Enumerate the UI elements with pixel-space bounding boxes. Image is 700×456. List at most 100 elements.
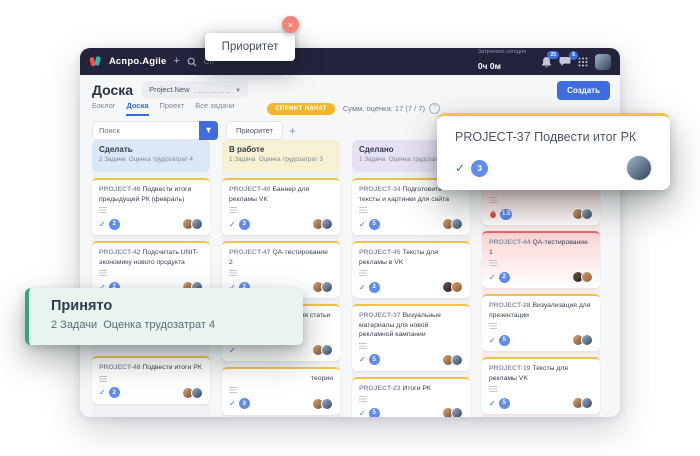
description-icon — [359, 207, 367, 213]
task-card[interactable]: теории✓3 — [222, 367, 340, 415]
card-id: PROJECT-44 — [489, 239, 532, 246]
check-icon: ✓ — [359, 220, 366, 229]
avatar-group — [445, 407, 463, 417]
avatar-group — [315, 344, 333, 356]
card-text: PROJECT-47 QA-тестирование 2 — [229, 248, 333, 267]
estimate-badge: 5 — [369, 354, 380, 365]
avatar — [451, 407, 463, 417]
search-icon[interactable] — [187, 57, 197, 67]
estimate-badge: 3 — [239, 219, 250, 230]
task-card[interactable]: PROJECT-46 Подвести итоги предыдущей РК … — [92, 178, 210, 235]
card-text: PROJECT-48 Подвести итоги РК — [99, 363, 203, 373]
priority-filter-button[interactable]: Приоритет — [226, 121, 283, 140]
help-icon[interactable]: ? — [429, 103, 440, 114]
notifications-button[interactable]: 25 — [541, 56, 552, 68]
card-id: PROJECT-37 — [359, 312, 402, 319]
description-icon — [229, 387, 237, 393]
task-card[interactable]: PROJECT-40 Баннер для рекламы VK ✓3 — [222, 178, 340, 235]
add-icon[interactable]: + — [173, 56, 179, 67]
task-card[interactable]: PROJECT-19 Тексты для рекламы VK✓5 — [482, 357, 600, 414]
card-id: PROJECT-48 — [99, 364, 142, 371]
create-button[interactable]: Создать — [557, 81, 610, 100]
card-id: PROJECT-23 — [359, 385, 402, 392]
flame-icon — [489, 209, 497, 219]
card-id: PROJECT-34 — [359, 186, 402, 193]
app-window: Аспро.Agile + Сп Затрачено сегодня 0ч 0м… — [80, 48, 620, 417]
search-input[interactable] — [92, 121, 199, 140]
avatar — [191, 387, 203, 399]
task-card[interactable]: PROJECT-48 Подвести итоги РК ✓2 — [92, 356, 210, 404]
task-card[interactable]: PROJECT-23 Итоги РК✓5 — [352, 377, 470, 417]
messages-button[interactable]: 5 — [559, 56, 571, 67]
estimate-badge: 2 — [499, 272, 510, 283]
card-footer: ✓2 — [99, 218, 203, 230]
board-title-row: Доска Project.New ▼ — [92, 81, 248, 98]
dotted-filler — [195, 92, 231, 93]
description-icon — [99, 207, 107, 213]
estimate-badge: 2 — [109, 387, 120, 398]
card-footer: 1.5 — [489, 208, 593, 220]
card-footer: ✓2 — [99, 387, 203, 399]
add-filter-button[interactable]: + — [283, 121, 302, 140]
tab-project[interactable]: Проект — [160, 101, 185, 116]
avatar-group — [315, 218, 333, 230]
accepted-column-callout: Принято 2 Задачи Оценка трудозатрат 4 — [25, 288, 303, 345]
tooltip-close-button[interactable]: × — [282, 16, 299, 33]
description-icon — [489, 323, 497, 329]
avatar-group — [575, 271, 593, 283]
avatar-group — [575, 397, 593, 409]
check-icon: ✓ — [489, 336, 496, 345]
avatar-group — [575, 334, 593, 346]
estimate-badge: 3 — [471, 160, 488, 177]
task-card[interactable]: PROJECT-37 Визуальные материалы для ново… — [352, 304, 470, 371]
card-id: PROJECT-47 — [229, 249, 272, 256]
tab-backlog[interactable]: Бэклог — [92, 101, 115, 116]
estimate-badge: 1.5 — [500, 209, 512, 220]
filter-button[interactable] — [199, 121, 218, 140]
user-avatar[interactable] — [595, 54, 611, 70]
card-footer: ✓2 — [489, 271, 593, 283]
task-card[interactable]: PROJECT-45 Тексты для рекламы в VK✓2 — [352, 241, 470, 298]
project-select[interactable]: Project.New ▼ — [142, 81, 248, 98]
avatar — [581, 334, 593, 346]
tab-board[interactable]: Доска — [126, 101, 148, 116]
notifications-badge: 25 — [547, 51, 559, 60]
card-id: PROJECT-19 — [489, 365, 532, 372]
description-icon — [489, 260, 497, 266]
avatar — [581, 208, 593, 220]
estimate-badge: 2 — [109, 219, 120, 230]
check-icon: ✓ — [229, 220, 236, 229]
tab-all-tasks[interactable]: Все задачи — [195, 101, 234, 116]
avatar — [626, 155, 652, 181]
description-icon — [489, 197, 497, 203]
card-id: PROJECT-46 — [99, 186, 142, 193]
messages-badge: 5 — [569, 51, 578, 60]
card-text: PROJECT-40 Баннер для рекламы VK — [229, 185, 333, 204]
avatar — [321, 344, 333, 356]
task-card[interactable]: PROJECT-44 QA-тестирование 1✓2 — [482, 231, 600, 288]
description-icon — [229, 270, 237, 276]
card-footer: ✓3 — [229, 218, 333, 230]
time-tracker: Затрачено сегодня 0ч 0м — [478, 49, 526, 75]
apps-grid-button[interactable] — [578, 57, 588, 67]
avatar — [191, 218, 203, 230]
avatar-group — [445, 218, 463, 230]
card-footer: ✓2 — [359, 281, 463, 293]
card-title: теории — [311, 375, 333, 382]
card-text: PROJECT-37 Визуальные материалы для ново… — [359, 311, 463, 340]
avatar-group — [445, 354, 463, 366]
card-text: PROJECT-46 Подвести итоги предыдущей РК … — [99, 185, 203, 204]
check-icon: ✓ — [455, 161, 465, 175]
avatar — [321, 218, 333, 230]
estimate-badge: 5 — [499, 398, 510, 409]
callout-card-footer: ✓ 3 — [455, 155, 652, 181]
filter-row: Приоритет + — [92, 121, 302, 140]
column-meta: 1 Задача Оценка трудозатрат 3 — [229, 156, 333, 163]
task-card[interactable]: PROJECT-28 Визуализация для презентации✓… — [482, 294, 600, 351]
avatar — [581, 397, 593, 409]
estimate-badge: 5 — [369, 408, 380, 417]
task-card-callout[interactable]: PROJECT-37 Подвести итог РК ✓ 3 — [437, 113, 670, 190]
avatar-group — [185, 387, 203, 399]
avatar — [321, 281, 333, 293]
check-icon: ✓ — [99, 388, 106, 397]
